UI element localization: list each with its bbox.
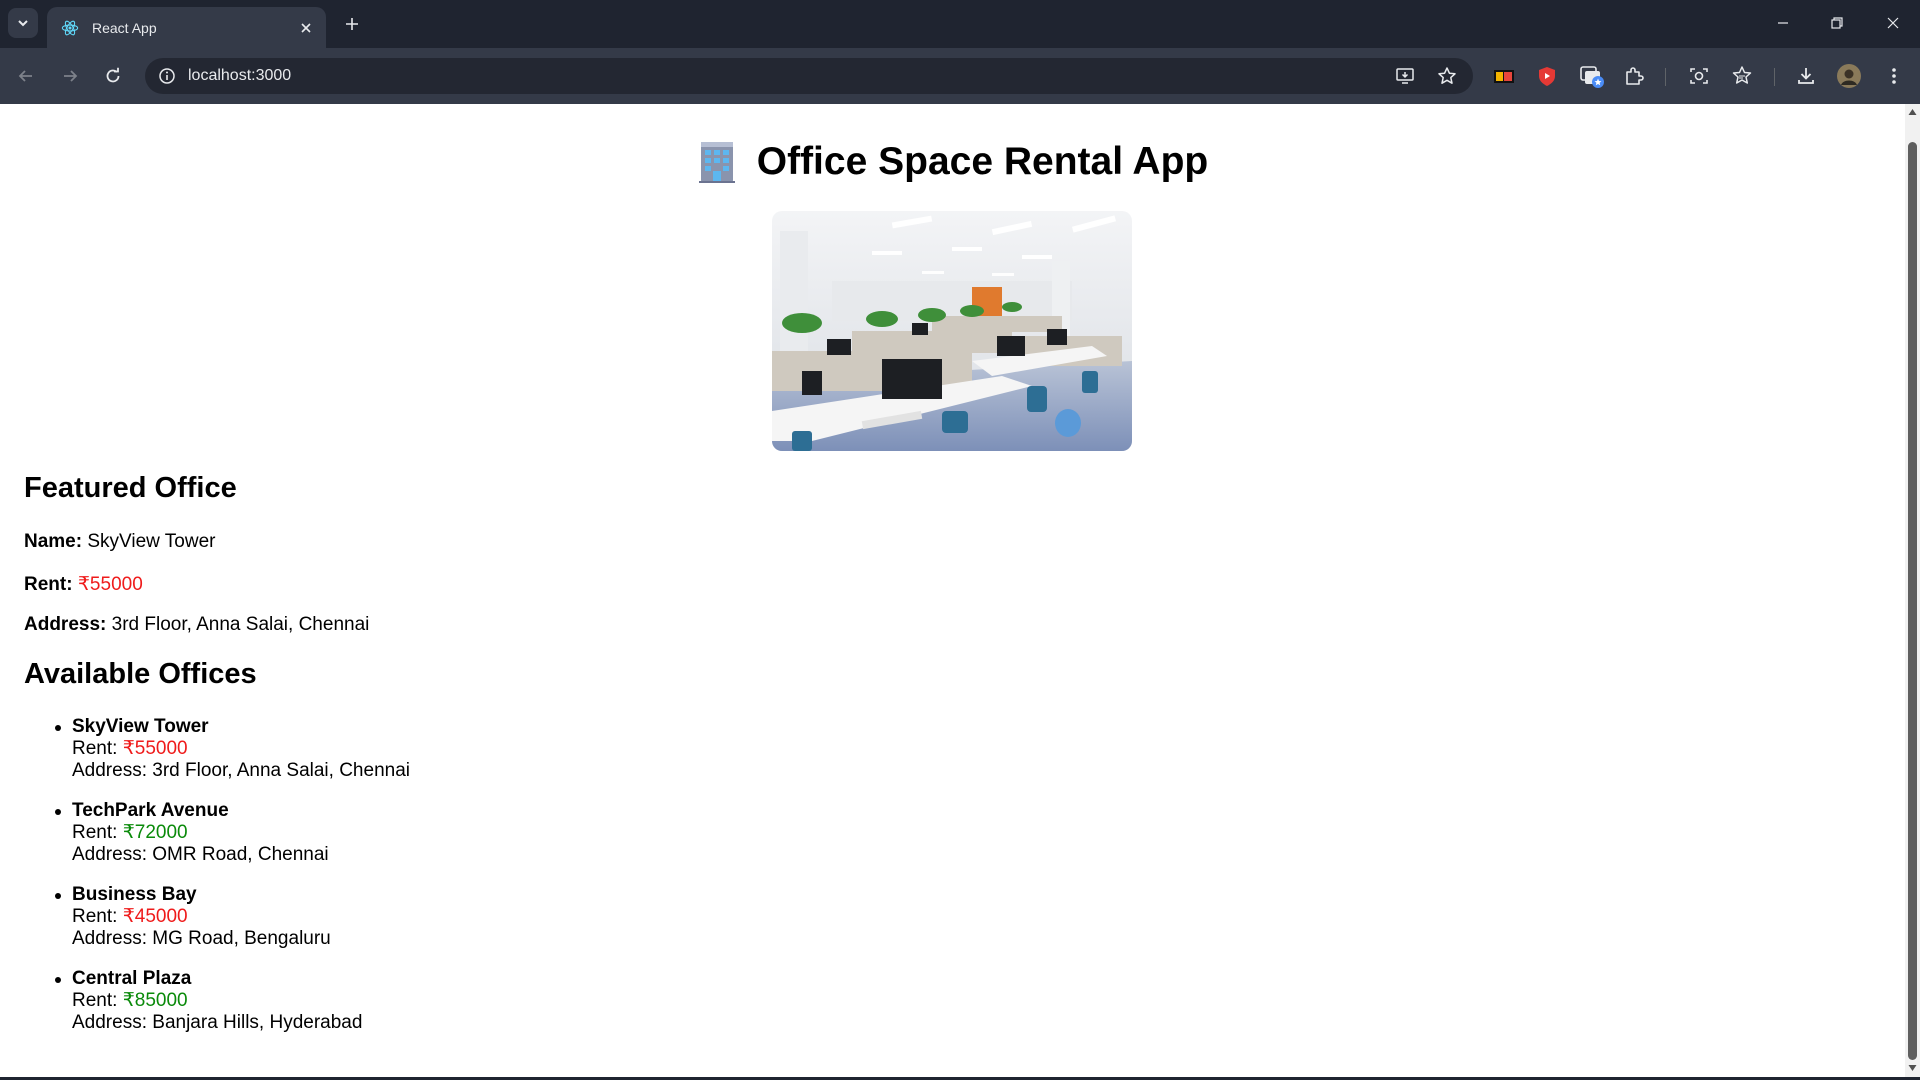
address-prefix: Address: <box>72 844 153 865</box>
lighthouse-extension-icon[interactable] <box>1490 62 1518 90</box>
close-window-button[interactable] <box>1866 0 1920 46</box>
browser-toolbar: localhost:3000 <box>0 48 1920 104</box>
tab-search-button[interactable] <box>8 8 38 38</box>
address-prefix: Address: <box>72 1012 153 1033</box>
close-icon <box>1887 17 1899 29</box>
screenshot-lens-icon[interactable] <box>1685 62 1713 90</box>
minimize-button[interactable] <box>1756 0 1810 46</box>
forward-button[interactable] <box>54 60 86 92</box>
office-address-value: Banjara Hills, Hyderabad <box>152 1012 363 1033</box>
rent-prefix: Rent: <box>72 990 123 1011</box>
tab-title: React App <box>92 19 157 36</box>
office-rent-value: ₹55000 <box>122 738 188 759</box>
page-title-text: Office Space Rental App <box>756 140 1209 183</box>
featured-name: Name: SkyView Tower <box>24 531 216 553</box>
rent-prefix: Rent: <box>72 906 123 927</box>
plus-icon <box>346 18 358 30</box>
office-address: Address: MG Road, Bengaluru <box>72 928 410 950</box>
office-name: Central Plaza <box>72 968 192 989</box>
office-photo <box>772 211 1132 451</box>
office-rent-value: ₹72000 <box>122 822 188 843</box>
profile-avatar[interactable] <box>1835 62 1863 90</box>
window-extension-icon[interactable] <box>1578 62 1606 90</box>
close-icon <box>301 22 311 33</box>
app-header: Office Space Rental App <box>0 140 1905 189</box>
office-rent-value: ₹45000 <box>122 906 188 927</box>
bookmark-star-icon[interactable] <box>1435 64 1459 88</box>
office-rent: Rent: ₹72000 <box>72 822 410 844</box>
scrollbar-thumb[interactable] <box>1908 142 1917 1060</box>
office-interior-image <box>772 211 1132 451</box>
restore-icon <box>1831 17 1843 29</box>
list-item: Central Plaza Rent: ₹85000 Address: Banj… <box>55 968 410 1034</box>
office-address: Address: OMR Road, Chennai <box>72 844 410 866</box>
address-bar[interactable]: localhost:3000 <box>145 58 1473 94</box>
toolbar-divider <box>1774 68 1775 86</box>
tab-close-button[interactable] <box>294 16 318 40</box>
new-tab-button[interactable] <box>338 10 366 38</box>
office-list: SkyView Tower Rent: ₹55000 Address: 3rd … <box>55 716 410 1052</box>
rent-prefix: Rent: <box>72 822 123 843</box>
office-building-icon <box>698 142 735 183</box>
toolbar-divider <box>1665 68 1666 86</box>
office-address-value: OMR Road, Chennai <box>152 844 329 865</box>
site-info-icon[interactable] <box>155 64 179 88</box>
address-prefix: Address: <box>72 760 153 781</box>
office-rent: Rent: ₹55000 <box>72 738 410 760</box>
featured-name-value: SkyView Tower <box>87 531 216 552</box>
featured-address-value: 3rd Floor, Anna Salai, Chennai <box>111 614 370 635</box>
url-text[interactable]: localhost:3000 <box>188 67 291 85</box>
back-button[interactable] <box>10 60 42 92</box>
office-address-value: 3rd Floor, Anna Salai, Chennai <box>152 760 410 781</box>
arrow-left-icon <box>18 70 32 82</box>
scroll-down-arrow-icon[interactable] <box>1908 1064 1917 1072</box>
arrow-right-icon <box>64 70 78 82</box>
address-prefix: Address: <box>72 928 153 949</box>
office-name: SkyView Tower <box>72 716 209 737</box>
address-label: Address: <box>24 614 107 635</box>
minimize-icon <box>1778 22 1788 24</box>
tab-react-app[interactable]: React App <box>47 7 326 48</box>
office-address: Address: Banjara Hills, Hyderabad <box>72 1012 410 1034</box>
name-label: Name: <box>24 531 83 552</box>
more-menu-icon[interactable] <box>1880 62 1908 90</box>
page-scrollbar[interactable] <box>1905 104 1920 1077</box>
featured-address: Address: 3rd Floor, Anna Salai, Chennai <box>24 614 369 636</box>
office-name: TechPark Avenue <box>72 800 229 821</box>
react-logo-icon <box>60 18 80 38</box>
office-address: Address: 3rd Floor, Anna Salai, Chennai <box>72 760 410 782</box>
extensions-puzzle-icon[interactable] <box>1620 62 1648 90</box>
page-viewport: Office Space Rental App Featured Office … <box>0 104 1905 1077</box>
reload-icon <box>106 67 120 83</box>
browser-tabstrip: React App <box>0 0 1920 48</box>
featured-rent-value: ₹55000 <box>77 574 143 595</box>
install-app-icon[interactable] <box>1393 64 1417 88</box>
page-title: Office Space Rental App <box>697 140 1209 184</box>
available-offices-heading: Available Offices <box>24 658 257 690</box>
chevron-down-icon <box>18 20 28 27</box>
download-icon[interactable] <box>1792 62 1820 90</box>
featured-office-heading: Featured Office <box>24 472 237 504</box>
office-rent-value: ₹85000 <box>122 990 188 1011</box>
shield-extension-icon[interactable] <box>1533 62 1561 90</box>
bookmarks-star-icon[interactable] <box>1728 62 1756 90</box>
office-rent: Rent: ₹85000 <box>72 990 410 1012</box>
rent-prefix: Rent: <box>72 738 123 759</box>
list-item: Business Bay Rent: ₹45000 Address: MG Ro… <box>55 884 410 950</box>
reload-button[interactable] <box>97 60 129 92</box>
featured-rent: Rent: ₹55000 <box>24 573 143 596</box>
scroll-up-arrow-icon[interactable] <box>1908 108 1917 116</box>
rent-label: Rent: <box>24 574 73 595</box>
office-address-value: MG Road, Bengaluru <box>152 928 331 949</box>
office-rent: Rent: ₹45000 <box>72 906 410 928</box>
restore-button[interactable] <box>1810 0 1864 46</box>
list-item: SkyView Tower Rent: ₹55000 Address: 3rd … <box>55 716 410 782</box>
list-item: TechPark Avenue Rent: ₹72000 Address: OM… <box>55 800 410 866</box>
office-name: Business Bay <box>72 884 197 905</box>
